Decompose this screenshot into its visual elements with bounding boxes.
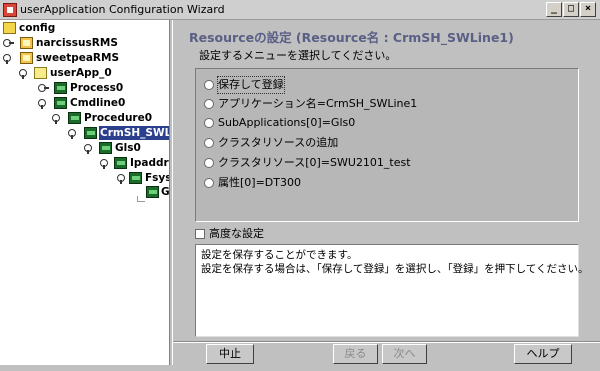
instruction-text: 設定するメニューを選択してください。: [199, 49, 397, 62]
expanded-handle-icon[interactable]: [100, 159, 110, 169]
radio-button[interactable]: [204, 178, 214, 188]
divider: [173, 341, 600, 343]
help-button[interactable]: ヘルプ: [514, 344, 572, 364]
close-button[interactable]: ×: [580, 2, 596, 17]
next-button[interactable]: 次へ: [382, 344, 427, 364]
radio-button[interactable]: [204, 118, 214, 128]
settings-panel: Resourceの設定 (Resource名 : CrmSH_SWLine1) …: [172, 20, 600, 365]
folder-icon: [3, 22, 16, 34]
config-tree: config narcissusRMS sweetpeaRMS userApp_…: [0, 20, 170, 365]
expanded-handle-icon[interactable]: [19, 69, 29, 79]
resource-icon: [84, 127, 97, 139]
expanded-handle-icon[interactable]: [68, 129, 78, 139]
resource-icon: [68, 112, 81, 124]
application-icon: [34, 67, 47, 79]
expanded-handle-icon[interactable]: [117, 174, 127, 184]
checkbox[interactable]: [195, 229, 205, 239]
radio-button[interactable]: [204, 158, 214, 168]
expanded-handle-icon[interactable]: [38, 99, 48, 109]
tree-connector: [137, 196, 145, 202]
resource-icon: [114, 157, 127, 169]
title-bar: userApplication Configuration Wizard _ □…: [0, 0, 600, 20]
resource-icon: [129, 172, 142, 184]
expanded-handle-icon[interactable]: [52, 114, 62, 124]
radio-button[interactable]: [204, 99, 214, 109]
expanded-handle-icon[interactable]: [3, 54, 13, 64]
host-icon: [20, 52, 33, 64]
resource-icon: [54, 97, 67, 109]
back-button[interactable]: 戻る: [333, 344, 378, 364]
collapsed-handle-icon[interactable]: [3, 39, 14, 47]
description-area: 設定を保存することができます。 設定を保存する場合は、「保存して登録」を選択し、…: [195, 244, 589, 337]
minimize-button[interactable]: _: [546, 2, 562, 17]
window-title: userApplication Configuration Wizard: [20, 3, 225, 16]
radio-button[interactable]: [204, 80, 214, 90]
expanded-handle-icon[interactable]: [84, 144, 94, 154]
resource-icon: [146, 186, 159, 198]
description-line: 設定を保存する場合は、「保存して登録」を選択し、「登録」を押下してください。: [201, 263, 589, 275]
resource-icon: [99, 142, 112, 154]
radio-button[interactable]: [204, 138, 214, 148]
menu-options-box: 保存して登録 アプリケーション名=CrmSH_SWLine1 SubApplic…: [195, 68, 579, 222]
description-line: 設定を保存することができます。: [201, 249, 358, 261]
host-icon: [20, 37, 33, 49]
page-title: Resourceの設定 (Resource名 : CrmSH_SWLine1): [189, 30, 514, 45]
collapsed-handle-icon[interactable]: [38, 84, 49, 92]
resource-icon: [54, 82, 67, 94]
maximize-button[interactable]: □: [563, 2, 579, 17]
cancel-button[interactable]: 中止: [206, 344, 254, 364]
app-icon: [3, 3, 17, 17]
